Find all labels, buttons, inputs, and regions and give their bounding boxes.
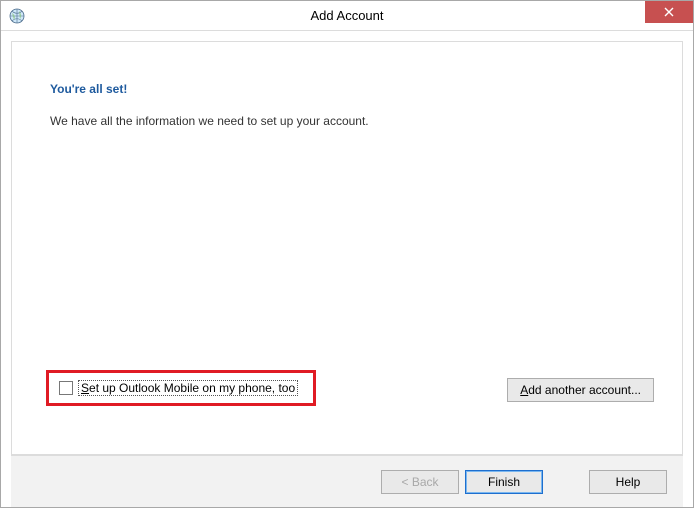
page-body-text: We have all the information we need to s… xyxy=(50,114,644,128)
finish-button[interactable]: Finish xyxy=(465,470,543,494)
add-another-account-button[interactable]: Add another account... xyxy=(507,378,654,402)
mobile-setup-label[interactable]: Set up Outlook Mobile on my phone, too xyxy=(78,380,298,396)
add-account-dialog: Add Account You're all set! We have all … xyxy=(0,0,694,508)
page-heading: You're all set! xyxy=(50,82,644,96)
close-button[interactable] xyxy=(645,1,693,23)
globe-icon xyxy=(9,8,25,24)
content-area: You're all set! We have all the informat… xyxy=(1,31,693,507)
mobile-setup-checkbox[interactable] xyxy=(59,381,73,395)
wizard-footer: < Back Finish Help xyxy=(11,455,683,507)
main-panel: You're all set! We have all the informat… xyxy=(11,41,683,455)
titlebar: Add Account xyxy=(1,1,693,31)
back-button: < Back xyxy=(381,470,459,494)
window-title: Add Account xyxy=(311,8,384,23)
help-button[interactable]: Help xyxy=(589,470,667,494)
close-icon xyxy=(664,7,674,17)
add-another-container: Add another account... xyxy=(507,378,654,402)
mobile-setup-highlight: Set up Outlook Mobile on my phone, too xyxy=(46,370,316,406)
